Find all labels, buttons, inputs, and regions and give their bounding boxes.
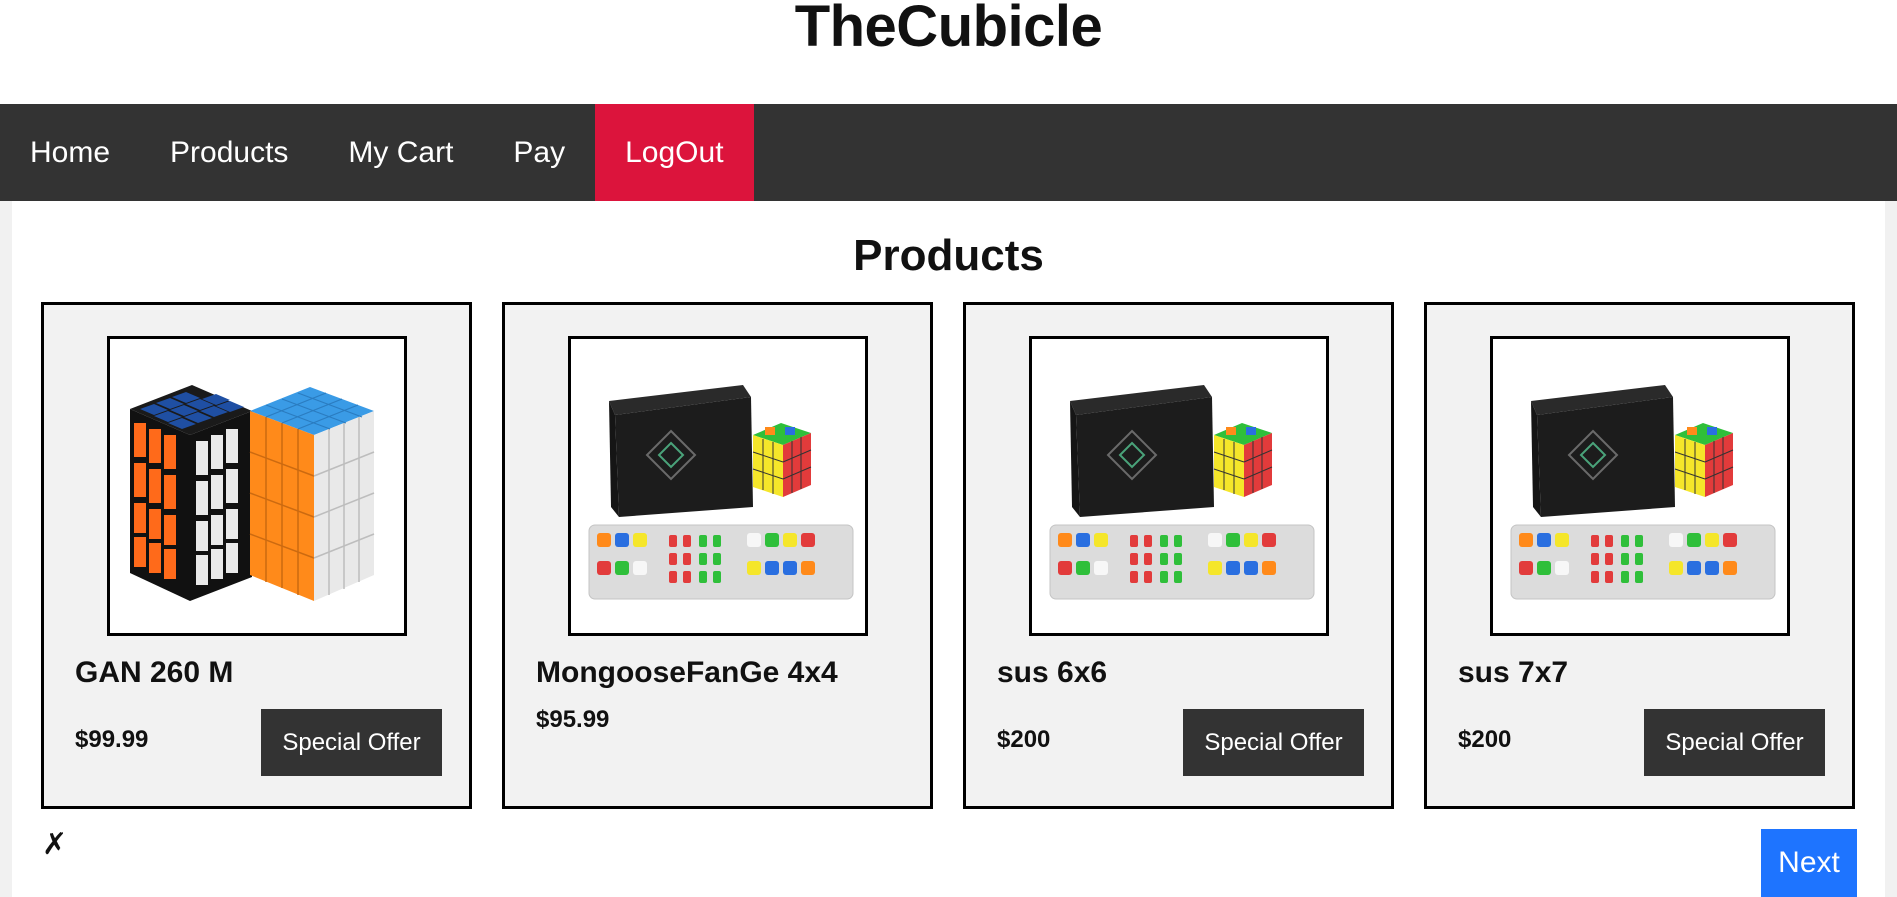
product-card: GAN 260 M $99.99 Special Offer <box>41 302 472 809</box>
product-price: $200 <box>1458 726 1512 753</box>
page-title: Products <box>853 231 1044 280</box>
special-offer-button[interactable]: Special Offer <box>1183 709 1364 776</box>
product-name: sus 6x6 <box>997 656 1108 689</box>
product-image[interactable] <box>1490 336 1790 636</box>
product-name: GAN 260 M <box>75 656 234 689</box>
nav-pay[interactable]: Pay <box>483 104 595 201</box>
product-image[interactable] <box>1029 336 1329 636</box>
main-navbar: Home Products My Cart Pay LogOut <box>0 104 1897 201</box>
product-price: $95.99 <box>536 706 610 733</box>
site-title: TheCubicle <box>794 0 1103 59</box>
nav-logout[interactable]: LogOut <box>595 104 754 201</box>
special-offer-button[interactable]: Special Offer <box>1644 709 1825 776</box>
page-gutter-right <box>1885 201 1897 897</box>
product-card: sus 6x6 $200 Special Offer <box>963 302 1394 809</box>
page-gutter-left <box>0 201 12 897</box>
cube-box-set-image <box>588 385 854 600</box>
products-section: Products GAN 260 M $99.99 Special Offer … <box>12 201 1885 897</box>
product-name: sus 7x7 <box>1458 656 1569 689</box>
product-image[interactable] <box>107 336 407 636</box>
nav-home[interactable]: Home <box>0 104 140 201</box>
nav-products[interactable]: Products <box>140 104 318 201</box>
cube-pair-image <box>130 385 375 601</box>
product-price: $99.99 <box>75 726 149 753</box>
close-icon[interactable]: ✗ <box>42 827 67 863</box>
special-offer-button[interactable]: Special Offer <box>261 709 442 776</box>
product-image[interactable] <box>568 336 868 636</box>
next-button[interactable]: Next <box>1761 829 1857 897</box>
product-name: MongooseFanGe 4x4 <box>536 656 838 689</box>
product-card: sus 7x7 $200 Special Offer <box>1424 302 1855 809</box>
product-card: MongooseFanGe 4x4 $95.99 <box>502 302 933 809</box>
cube-box-set-image <box>1510 385 1776 600</box>
cube-box-set-image <box>1049 385 1315 600</box>
product-price: $200 <box>997 726 1051 753</box>
nav-my-cart[interactable]: My Cart <box>318 104 483 201</box>
